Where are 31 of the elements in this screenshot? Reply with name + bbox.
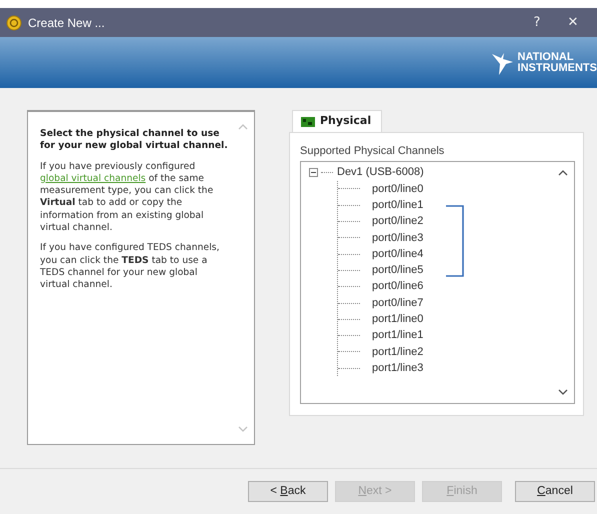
dialog-button[interactable]: < Back xyxy=(248,481,328,502)
tree-item[interactable]: port1/line0 xyxy=(372,311,424,328)
tab[interactable]: Physical xyxy=(292,110,382,132)
tree-item[interactable]: port1/line3 xyxy=(372,360,424,376)
close-button[interactable]: ✕ xyxy=(555,12,591,32)
tree-item[interactable]: port0/line0 xyxy=(372,180,424,198)
scroll-down-icon[interactable] xyxy=(558,388,568,394)
window-title: Create New ... xyxy=(28,14,106,32)
app-icon xyxy=(6,14,22,30)
tree-item[interactable]: port1/line2 xyxy=(372,344,424,360)
tree-item[interactable]: port0/line1 xyxy=(372,197,424,214)
collapse-toggle[interactable] xyxy=(309,168,318,178)
board-icon xyxy=(301,116,315,126)
tree-item[interactable]: port0/line2 xyxy=(372,213,424,230)
help-text: If you have configured TEDS channels, you can click the TEDS tab to use a TEDS channel for your new global virtual channel. xyxy=(40,242,220,292)
tree-label: Supported Physical Channels xyxy=(300,144,446,159)
brand-logo-text: NATIONAL INSTRUMENTS xyxy=(518,52,597,74)
help-button[interactable]: ? xyxy=(519,12,555,32)
help-heading: Select the physical channel to use for your new global virtual channel. xyxy=(40,128,228,153)
scroll-up-icon[interactable] xyxy=(558,170,568,176)
bracket-mark xyxy=(444,205,466,277)
tree-item[interactable]: port1/line1 xyxy=(372,327,424,344)
tree-item[interactable]: port0/line6 xyxy=(372,278,424,295)
tree-item[interactable]: Dev1 (USB-6008) xyxy=(337,164,424,181)
tree-item[interactable]: port0/line3 xyxy=(372,230,424,246)
help-text: If you have previously configured global virtual channels of the same measurement type, you can click the Virtual tab to add or copy the information from an existing global virtual channel. xyxy=(40,160,214,234)
dialog-button[interactable]: Cancel xyxy=(515,481,595,502)
tree-item[interactable]: port0/line4 xyxy=(372,246,424,262)
tree-item[interactable]: port0/line5 xyxy=(372,262,424,279)
tree-item[interactable]: port0/line7 xyxy=(372,294,424,312)
help-link[interactable]: global virtual channels xyxy=(40,172,146,184)
